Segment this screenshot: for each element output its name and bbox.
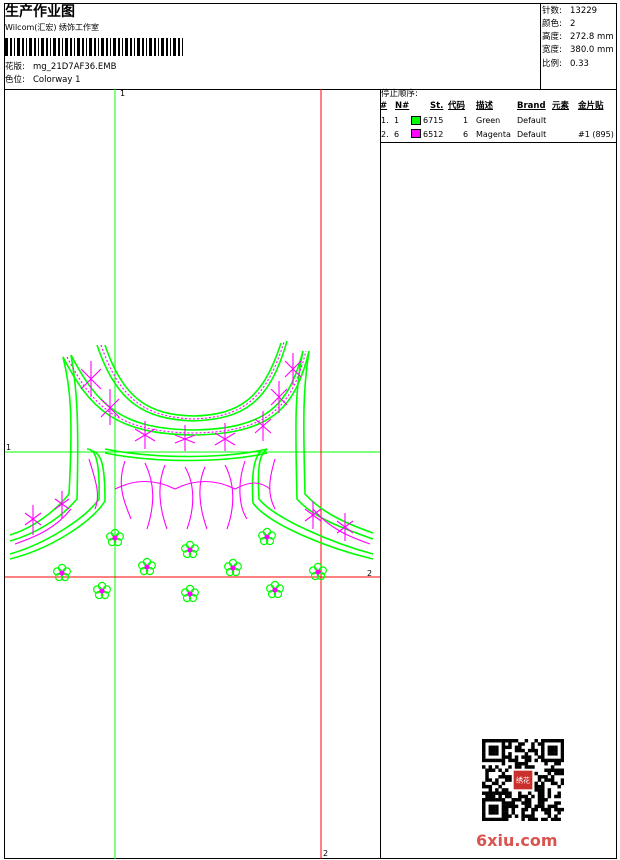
- guide-label-right: 2: [367, 569, 372, 578]
- col-header-stitches: St.: [430, 101, 444, 111]
- stat-stitches-value: 13229: [570, 6, 598, 16]
- stat-stitches-label: 针数:: [542, 6, 562, 16]
- row1-stitches: 6715: [423, 116, 444, 125]
- stat-height-label: 高度:: [542, 32, 562, 42]
- row2-desc: Magenta: [476, 130, 511, 139]
- row1-num: 1.: [381, 116, 389, 125]
- flower-motif: [181, 540, 199, 559]
- stat-colors-value: 2: [570, 19, 576, 29]
- row1-needle: 1: [394, 116, 400, 125]
- row2-brand: Default: [517, 130, 547, 139]
- colorway-label: 色位:: [5, 75, 25, 85]
- row1-desc: Green: [476, 116, 501, 125]
- row2-sequin: #1 (895): [578, 130, 614, 139]
- panel-divider: [380, 89, 381, 858]
- guide-label-bottom: 2: [323, 849, 328, 858]
- guide-label-left: 1: [6, 443, 11, 452]
- guide-label-top: 1: [120, 89, 125, 98]
- qr-seal-text: 绣花: [516, 776, 530, 785]
- table-divider: [380, 142, 616, 143]
- qr-code-icon: 绣花: [482, 739, 564, 821]
- stat-width-value: 380.0 mm: [570, 45, 614, 55]
- stat-height-value: 272.8 mm: [570, 32, 614, 42]
- row1-code: 1: [463, 116, 469, 125]
- col-header-needle: N#: [395, 101, 410, 111]
- flower-motif: [258, 527, 276, 546]
- row2-code: 6: [463, 130, 469, 139]
- stat-scale-value: 0.33: [570, 59, 589, 69]
- flower-motif: [309, 562, 327, 581]
- neckline-magenta-details: [14, 341, 371, 545]
- col-header-code: 代码: [448, 101, 466, 111]
- neckline-green-outlines: [9, 340, 374, 560]
- stat-colors-label: 颜色:: [542, 19, 562, 29]
- flower-motif: [266, 580, 284, 599]
- design-name: mg_21D7AF36.EMB: [33, 62, 117, 72]
- flower-motif: [224, 558, 242, 577]
- col-header-element: 元素: [552, 101, 570, 111]
- colorway-name: Colorway 1: [33, 75, 81, 85]
- flower-motif: [138, 557, 156, 576]
- col-header-brand: Brand: [517, 101, 546, 111]
- row1-brand: Default: [517, 116, 547, 125]
- row2-color-swatch: [411, 129, 421, 138]
- flower-motif: [53, 563, 71, 582]
- col-header-desc: 描述: [476, 101, 494, 111]
- flower-motif: [93, 581, 111, 600]
- row2-stitches: 6512: [423, 130, 444, 139]
- stat-scale-label: 比例:: [542, 59, 562, 69]
- stat-width-label: 宽度:: [542, 45, 562, 55]
- col-header-sequin: 金片贴: [578, 101, 604, 111]
- row1-color-swatch: [411, 116, 421, 125]
- vendor-name: Wilcom(汇宏) 绣饰工作室: [5, 23, 100, 32]
- embroidery-design-view: 1 1 2 2: [5, 89, 380, 859]
- row2-num: 2.: [381, 130, 389, 139]
- stats-divider: [540, 4, 541, 89]
- flower-motifs: [53, 527, 327, 603]
- flower-motif: [181, 584, 199, 603]
- stop-sequence-title: 停止顺序:: [381, 89, 418, 99]
- row2-needle: 6: [394, 130, 400, 139]
- barcode-icon: [5, 38, 183, 56]
- design-label: 花版:: [5, 62, 25, 72]
- page-title: 生产作业图: [5, 4, 75, 20]
- watermark: 6xiu.com: [476, 831, 558, 850]
- col-header-num: #: [380, 101, 388, 111]
